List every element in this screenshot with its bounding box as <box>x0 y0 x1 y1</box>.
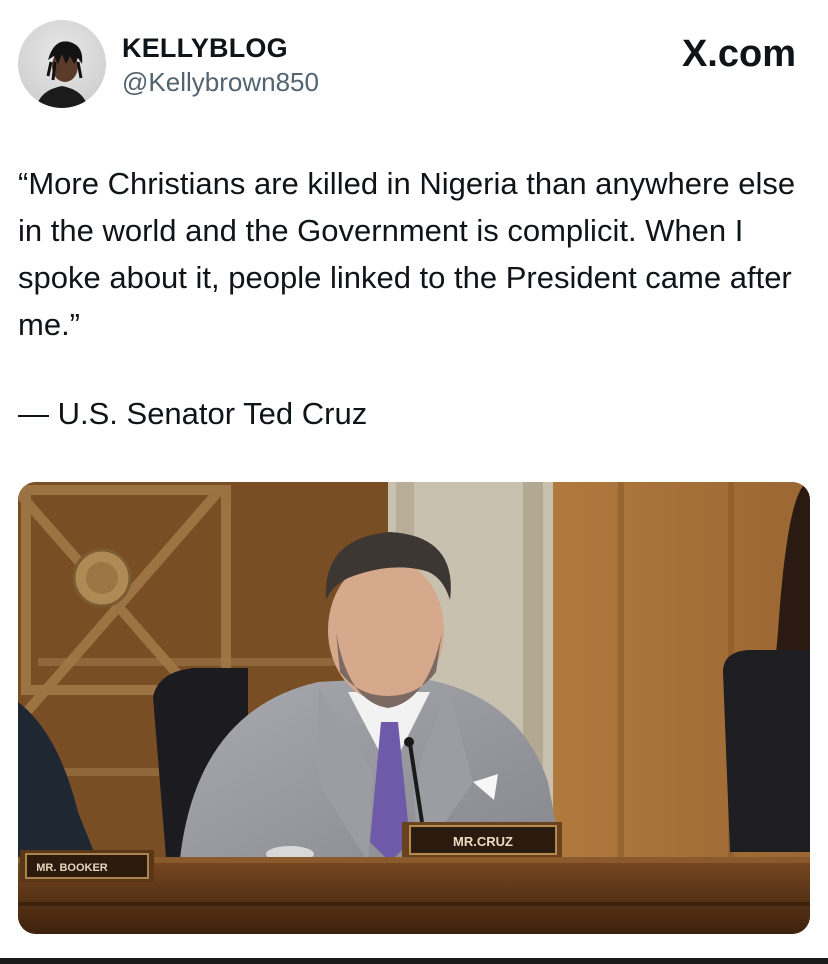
tweet-media-photo[interactable]: MR.CRUZ MR. BOOKER <box>18 482 810 934</box>
quote-attribution: — U.S. Senator Ted Cruz <box>18 396 368 431</box>
avatar-image <box>36 41 88 108</box>
display-name[interactable]: KELLYBLOG <box>122 32 319 64</box>
user-handle[interactable]: @Kellybrown850 <box>122 66 319 98</box>
x-logo: X.com <box>681 33 796 75</box>
senate-hearing-photo: MR.CRUZ MR. BOOKER <box>18 482 810 934</box>
tweet-text: “More Christians are killed in Nigeria t… <box>18 166 796 342</box>
tweet-header: KELLYBLOG @Kellybrown850 X.com <box>18 20 810 112</box>
nameplate-left: MR. BOOKER <box>36 862 108 874</box>
nameplate-center: MR.CRUZ <box>453 834 513 849</box>
profile-avatar[interactable] <box>18 20 106 108</box>
bottom-divider <box>0 958 828 964</box>
user-info: KELLYBLOG @Kellybrown850 <box>122 32 319 98</box>
